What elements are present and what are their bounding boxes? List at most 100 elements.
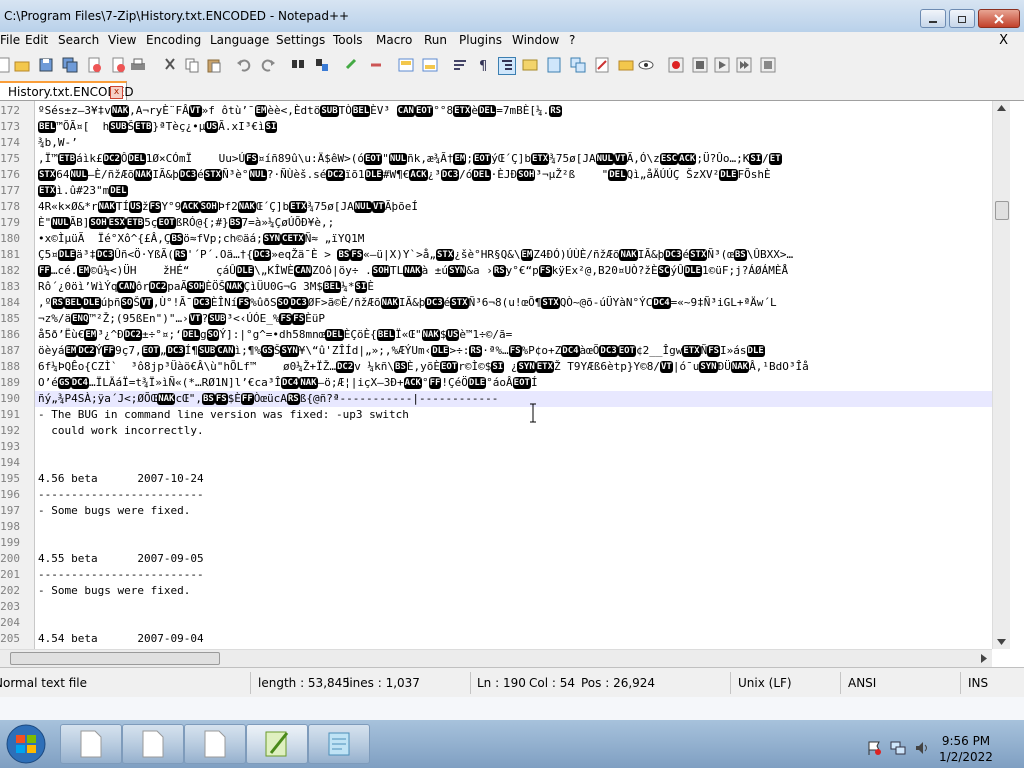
run-macro-multiple-icon[interactable] [736, 57, 752, 73]
cut-icon[interactable] [162, 57, 178, 73]
code-line[interactable]: FF…cé.EM©û¼<)ÜH žHÉ“ çáÛDLE\„KÎWÈCANZOô|… [38, 263, 788, 279]
start-button[interactable] [4, 723, 48, 765]
taskbar-item-document-2[interactable] [122, 724, 184, 764]
code-line[interactable]: ¬z%/äENQ™²Ž;(95ßEn")"…›VT?SUB³<‹ÚÓE_%FS F… [38, 311, 325, 327]
text-segment: 1Ø×CÓmÏ Uu>Ú [145, 152, 246, 165]
code-line[interactable]: ¾b,W-’ [38, 135, 78, 151]
redo-icon[interactable] [260, 57, 276, 73]
menu-plugins[interactable]: Plugins [459, 33, 502, 47]
zoom-in-icon[interactable] [344, 57, 360, 73]
menu-macro[interactable]: Macro [376, 33, 412, 47]
text-segment: Œ [150, 392, 158, 405]
close-window-button[interactable] [978, 9, 1020, 28]
code-line[interactable]: BEL™ÕÃ¤[ hSUBŠETB}ªTèç¿•µUSÃ.xI³€ìSI [38, 119, 278, 135]
undo-icon[interactable] [236, 57, 252, 73]
code-line[interactable]: Ç5¤DLEä³‡DC3Ûñ<Ö·YßÃ(RS'´P´.Oä…†{DC3»eqŽ… [38, 247, 793, 263]
tab-close-icon[interactable]: x [110, 86, 123, 99]
show-all-characters-icon[interactable]: ¶ [476, 57, 492, 73]
system-clock[interactable]: 9:56 PM 1/2/2022 [936, 733, 996, 765]
folder-as-workspace-icon[interactable] [594, 57, 610, 73]
code-line[interactable]: öèyáEM DC2ÝFF9ç7,EOT„DC3Í¶SUB CANì;¶%GSŠSY… [38, 343, 765, 359]
code-line[interactable]: STX64NUL–È/ñžÆõNAKIÃ&þDC3éSTXÑ³è°NUL?·ÑÙ… [38, 167, 771, 183]
horizontal-scroll-thumb[interactable] [10, 652, 220, 665]
network-icon[interactable] [890, 740, 906, 756]
menu-help[interactable]: ? [569, 33, 575, 47]
code-line[interactable]: ,ºRS BEL DLEúþñSOŠVT,Ù°!Ã¯DC3ÈÎNíFS%ûðSSO D… [38, 295, 777, 311]
close-all-icon[interactable] [110, 57, 126, 73]
sync-horizontal-icon[interactable] [422, 57, 438, 73]
user-defined-language-icon[interactable] [522, 57, 538, 73]
record-macro-icon[interactable] [668, 57, 684, 73]
code-line[interactable]: å5ð’Ëù€EM³¿^ÐDC2±÷°¤;‘DELgSOÝ]:|°g^=•dh5… [38, 327, 512, 343]
taskbar-item-notepad[interactable] [308, 724, 370, 764]
taskbar-item-notepad-plus-plus[interactable] [246, 724, 308, 764]
vertical-scrollbar[interactable] [992, 101, 1010, 649]
code-line[interactable]: Rô´¿0öì’WìÝqCANôrDC2paÃSOHÈÖŠNAKÇìÜU0G¬G… [38, 279, 374, 295]
new-file-icon[interactable] [0, 57, 12, 73]
menu-view[interactable]: View [108, 33, 136, 47]
code-line[interactable]: 4.56 beta 2007-10-24 [38, 471, 204, 487]
code-line[interactable]: - Some bugs were fixed. [38, 583, 190, 599]
open-file-icon[interactable] [14, 57, 30, 73]
minimize-button[interactable] [920, 9, 946, 28]
replace-icon[interactable] [314, 57, 330, 73]
vertical-scroll-thumb[interactable] [995, 201, 1009, 220]
monitoring-icon[interactable] [618, 57, 634, 73]
menu-language[interactable]: Language [210, 33, 269, 47]
play-macro-icon[interactable] [714, 57, 730, 73]
save-macro-icon[interactable] [760, 57, 776, 73]
function-list-icon[interactable] [570, 57, 586, 73]
save-all-icon[interactable] [62, 57, 78, 73]
taskbar-item-document-1[interactable] [60, 724, 122, 764]
text-segment: 1©üF;j?ÁØÁMÈÅ [701, 264, 789, 277]
tab-history-txt-encoded[interactable]: History.txt.ENCODED x [0, 81, 134, 100]
code-line[interactable]: ------------------------- [38, 567, 204, 583]
print-icon[interactable] [130, 57, 146, 73]
find-icon[interactable] [290, 57, 306, 73]
control-char-badge: ACK [409, 169, 428, 181]
menu-run[interactable]: Run [424, 33, 447, 47]
close-document-button[interactable]: X [999, 33, 1008, 48]
code-line[interactable]: 4.55 beta 2007-09-05 [38, 551, 204, 567]
word-wrap-icon[interactable] [452, 57, 468, 73]
sync-vertical-icon[interactable] [398, 57, 414, 73]
menu-search[interactable]: Search [58, 33, 99, 47]
code-line[interactable]: ETXì.û#23"mDEL [38, 183, 128, 199]
code-line[interactable]: È"NULÃB]SOH ESX ETB5çEOTßRÓ@{;#}BS7=à»¼ÇøÚ… [38, 215, 334, 231]
taskbar-item-document-3[interactable] [184, 724, 246, 764]
code-line[interactable]: 6f¼ÞQÊo{CZÌ` ³ô8jp³Üàö€Â\ù"hÕLf™ ø0¼Ž+ÏŽ… [38, 359, 809, 375]
copy-icon[interactable] [184, 57, 200, 73]
menu-edit[interactable]: Edit [25, 33, 48, 47]
text-segment: ž [141, 200, 149, 213]
menu-file[interactable]: File [0, 33, 20, 47]
paste-icon[interactable] [206, 57, 222, 73]
menu-settings[interactable]: Settings [276, 33, 325, 47]
title-bar[interactable]: C:\Program Files\7-Zip\History.txt.ENCOD… [0, 0, 1024, 32]
close-file-icon[interactable] [86, 57, 102, 73]
code-line[interactable]: ñý„¾P4SÀ;ÿa´J<;ØÕŒNAKcŒ",BS FS$ÈFFÒœücARS… [38, 391, 498, 407]
code-line[interactable]: - The BUG in command line version was fi… [38, 407, 409, 423]
editor-area[interactable]: 172 173 174 175 176 177 178 179 180 181 182 183 184 1… [0, 101, 1010, 649]
zoom-out-icon[interactable] [368, 57, 384, 73]
code-line[interactable]: •x©ÌµüÃ Ïé°Xô^{£Â,ÇBSö≈fVp;ch©äá;SYN CETX… [38, 231, 364, 247]
volume-icon[interactable] [914, 740, 930, 756]
action-center-flag-icon[interactable] [866, 740, 882, 756]
stop-recording-icon[interactable] [692, 57, 708, 73]
menu-tools[interactable]: Tools [333, 33, 363, 47]
indent-guide-icon[interactable] [498, 57, 516, 75]
eye-icon[interactable] [638, 57, 654, 73]
code-line[interactable]: could work incorrectly. [38, 423, 203, 439]
menu-encoding[interactable]: Encoding [146, 33, 201, 47]
maximize-button[interactable] [949, 9, 975, 28]
code-line[interactable]: ºSés±z—3¥‡vNAK,A¬ryÈ¨FÂVT»f ôtù’¯EMèè<,È… [38, 103, 563, 119]
horizontal-scrollbar[interactable] [0, 649, 992, 667]
code-line[interactable]: ,Ï™ETBáìk£DC2ÔDEL1Ø×CÓmÏ Uu>ÚFS¤íñ89û\u:… [38, 151, 782, 167]
menu-window[interactable]: Window [512, 33, 559, 47]
save-icon[interactable] [38, 57, 54, 73]
document-map-icon[interactable] [546, 57, 562, 73]
code-line[interactable]: O’éGS DC4…ÏLÄáÏ=t¾Ï»ìÑ«(*…RØ1N]l’€ca³ÎDC4… [38, 375, 538, 391]
code-line[interactable]: 4.54 beta 2007-09-04 [38, 631, 204, 647]
code-line[interactable]: - Some bugs were fixed. [38, 503, 190, 519]
code-line[interactable]: ------------------------- [38, 487, 204, 503]
code-line[interactable]: 4R«k×Ø&*rNAKTÍUSžFSY°9ACK SOHÞf2NAKŒ´Ç]bE… [38, 199, 418, 215]
